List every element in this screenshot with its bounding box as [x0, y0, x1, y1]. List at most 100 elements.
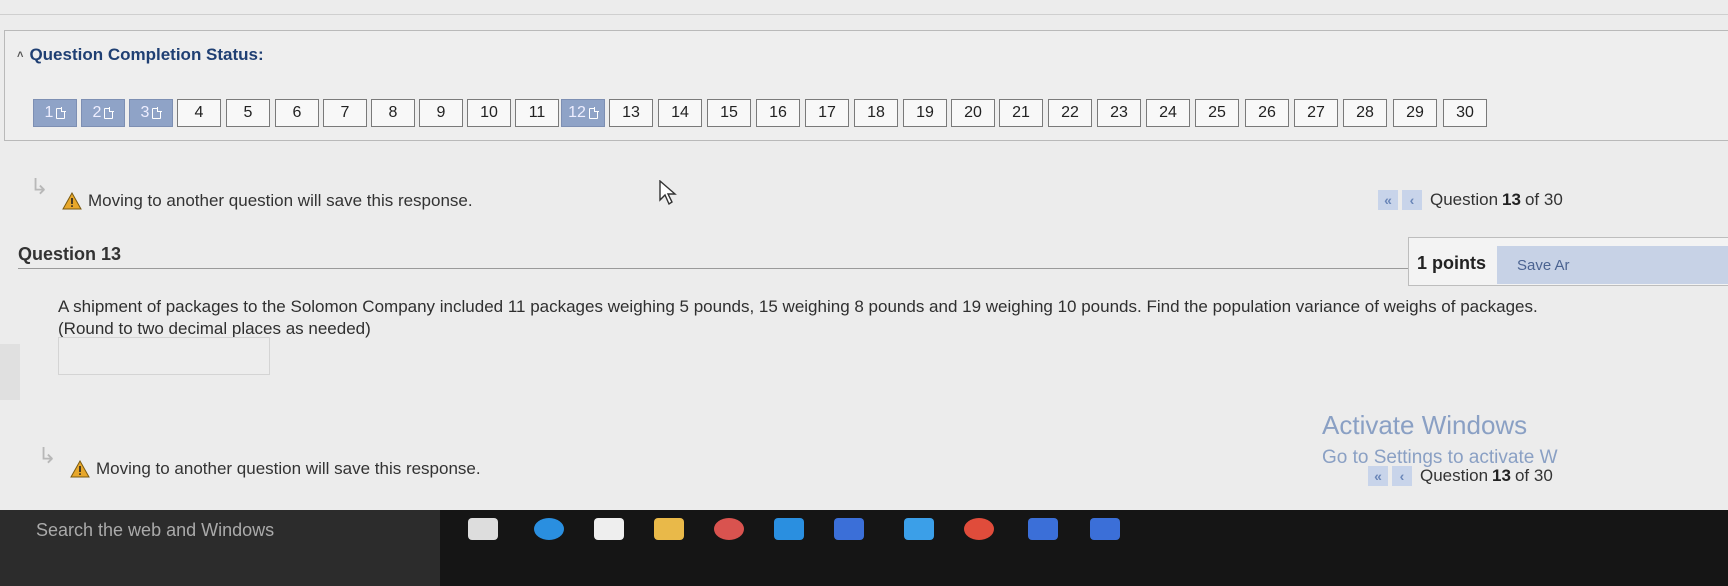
task-view-icon[interactable]	[468, 518, 498, 540]
question-nav-label: 5	[243, 104, 253, 121]
chrome-icon[interactable]	[714, 518, 744, 540]
points-box: 1 points Save Ar	[1408, 237, 1728, 286]
question-nav-button-13[interactable]: 13	[609, 99, 653, 127]
counter-current: 13	[1502, 190, 1521, 209]
answered-document-icon	[104, 106, 115, 119]
question-nav-button-6[interactable]: 6	[275, 99, 319, 127]
question-nav-label: 10	[480, 104, 498, 121]
question-nav-button-20[interactable]: 20	[951, 99, 995, 127]
answer-input[interactable]	[58, 337, 270, 375]
points-label: 1 points	[1417, 253, 1487, 273]
answered-document-icon	[152, 106, 163, 119]
warning-icon	[70, 460, 90, 478]
question-nav-button-12[interactable]: 12	[561, 99, 605, 127]
activate-windows-watermark: Activate Windows Go to Settings to activ…	[1322, 410, 1558, 469]
question-nav-label: 29	[1406, 104, 1424, 121]
question-nav-button-18[interactable]: 18	[854, 99, 898, 127]
question-nav-button-9[interactable]: 9	[419, 99, 463, 127]
save-answer-button[interactable]: Save Ar	[1497, 246, 1728, 284]
question-nav-button-5[interactable]: 5	[226, 99, 270, 127]
question-nav-label: 2	[92, 104, 102, 121]
question-nav-button-8[interactable]: 8	[371, 99, 415, 127]
app-icon[interactable]	[964, 518, 994, 540]
question-nav-label: 28	[1356, 104, 1374, 121]
question-text-block: A shipment of packages to the Solomon Co…	[58, 296, 1578, 340]
question-nav-label: 14	[671, 104, 689, 121]
question-nav-label: 27	[1307, 104, 1325, 121]
question-nav-button-30[interactable]: 30	[1443, 99, 1487, 127]
previous-question-icon[interactable]: ‹	[1392, 466, 1412, 486]
question-nav-label: 17	[818, 104, 836, 121]
question-nav-button-4[interactable]: 4	[177, 99, 221, 127]
save-warning-top: Moving to another question will save thi…	[62, 191, 473, 211]
file-explorer-icon[interactable]	[654, 518, 684, 540]
counter-suffix: of 30	[1524, 190, 1563, 209]
question-nav-button-7[interactable]: 7	[323, 99, 367, 127]
left-edge-strip	[0, 344, 20, 400]
edge-browser-icon[interactable]	[534, 518, 564, 540]
question-nav-button-22[interactable]: 22	[1048, 99, 1092, 127]
warning-icon	[62, 192, 82, 210]
taskbar-search-box[interactable]: Search the web and Windows	[0, 510, 440, 586]
question-nav-label: 20	[964, 104, 982, 121]
question-nav-button-29[interactable]: 29	[1393, 99, 1437, 127]
question-nav-label: 7	[340, 104, 350, 121]
question-nav-button-19[interactable]: 19	[903, 99, 947, 127]
question-title: Question 13	[18, 244, 122, 264]
app-icon[interactable]	[1090, 518, 1120, 540]
question-nav-button-1[interactable]: 1	[33, 99, 77, 127]
word-icon[interactable]	[834, 518, 864, 540]
question-nav-button-15[interactable]: 15	[707, 99, 751, 127]
first-question-icon[interactable]: «	[1368, 466, 1388, 486]
question-nav-button-10[interactable]: 10	[467, 99, 511, 127]
first-question-icon[interactable]: «	[1378, 190, 1398, 210]
warning-text: Moving to another question will save thi…	[88, 191, 473, 210]
question-header-rule	[18, 268, 1418, 269]
question-nav-button-21[interactable]: 21	[999, 99, 1043, 127]
question-nav-button-2[interactable]: 2	[81, 99, 125, 127]
question-text: A shipment of packages to the Solomon Co…	[58, 297, 1538, 316]
answered-document-icon	[56, 106, 67, 119]
question-nav-label: 8	[388, 104, 398, 121]
question-nav-button-28[interactable]: 28	[1343, 99, 1387, 127]
counter-prefix: Question	[1420, 466, 1489, 485]
question-nav-label: 4	[194, 104, 204, 121]
question-nav-button-3[interactable]: 3	[129, 99, 173, 127]
question-nav-label: 6	[292, 104, 302, 121]
question-nav-button-26[interactable]: 26	[1245, 99, 1289, 127]
question-nav-button-23[interactable]: 23	[1097, 99, 1141, 127]
mouse-cursor-icon	[659, 180, 677, 206]
status-title: Question Completion Status:	[29, 45, 264, 64]
windows-taskbar: Search the web and Windows	[0, 510, 1728, 586]
previous-question-icon[interactable]: ‹	[1402, 190, 1422, 210]
question-nav-label: 9	[436, 104, 446, 121]
counter-suffix: of 30	[1514, 466, 1553, 485]
question-nav-label: 19	[916, 104, 934, 121]
question-nav-button-17[interactable]: 17	[805, 99, 849, 127]
question-nav-button-27[interactable]: 27	[1294, 99, 1338, 127]
teams-icon[interactable]	[1028, 518, 1058, 540]
question-nav-label: 3	[140, 104, 150, 121]
question-nav-label: 12	[568, 104, 586, 121]
mail-icon[interactable]	[774, 518, 804, 540]
collapse-icon[interactable]: ˄	[17, 49, 23, 61]
question-nav-label: 13	[622, 104, 640, 121]
return-arrow-icon: ↳	[38, 443, 57, 468]
warning-text: Moving to another question will save thi…	[96, 459, 481, 478]
question-nav-button-14[interactable]: 14	[658, 99, 702, 127]
question-nav-button-16[interactable]: 16	[756, 99, 800, 127]
question-nav-label: 1	[44, 104, 54, 121]
question-nav-button-25[interactable]: 25	[1195, 99, 1239, 127]
question-nav-label: 15	[720, 104, 738, 121]
return-arrow-icon: ↳	[30, 174, 49, 199]
question-nav-label: 30	[1456, 104, 1474, 121]
store-icon[interactable]	[594, 518, 624, 540]
question-nav-label: 18	[867, 104, 885, 121]
question-nav-button-24[interactable]: 24	[1146, 99, 1190, 127]
save-warning-bottom: Moving to another question will save thi…	[70, 459, 481, 479]
question-nav-button-11[interactable]: 11	[515, 99, 559, 127]
top-divider	[0, 14, 1728, 15]
app-icon[interactable]	[904, 518, 934, 540]
question-counter-top: « ‹ Question 13 of 30	[1378, 190, 1563, 210]
status-header[interactable]: ˄ Question Completion Status:	[17, 45, 264, 65]
